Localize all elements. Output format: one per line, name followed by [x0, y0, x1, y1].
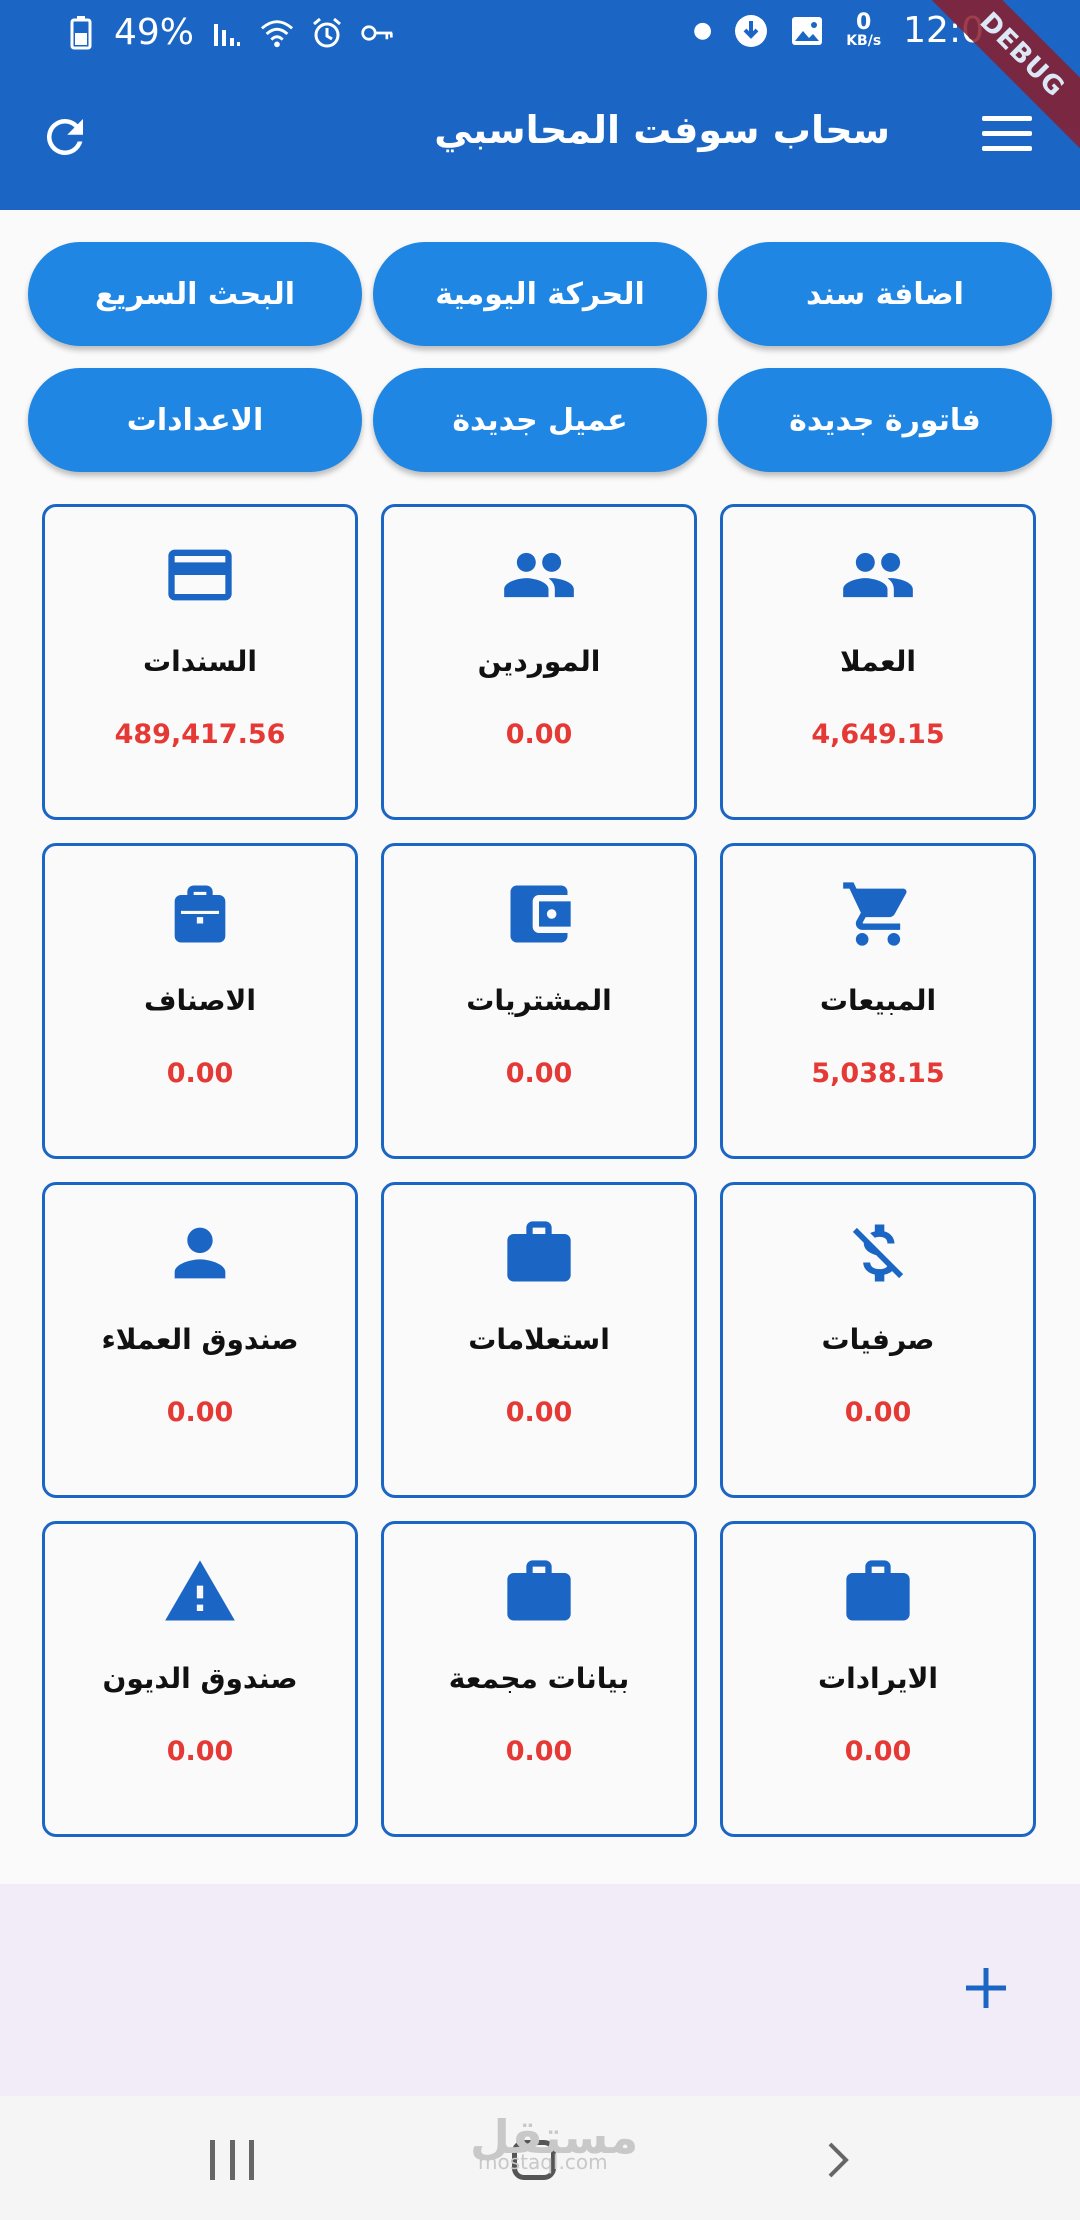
- page-title: سحاب سوفت المحاسبي: [434, 108, 890, 152]
- battery-icon: [64, 15, 98, 50]
- warning-icon: [45, 1554, 355, 1634]
- card-label: استعلامات: [468, 1323, 610, 1356]
- signal-icon: [210, 16, 244, 50]
- card-value: 0.00: [505, 1736, 573, 1767]
- back-icon[interactable]: [820, 2140, 854, 2180]
- people-icon: [384, 537, 694, 617]
- net-speed-unit: KB/s: [846, 33, 882, 49]
- status-bar: 49% ● 0 KB/s 12:0 DEBUG: [0, 0, 1080, 158]
- card-value: 5,038.15: [811, 1058, 945, 1089]
- new-invoice-button[interactable]: فاتورة جديدة: [718, 368, 1052, 472]
- card-value: 0.00: [166, 1397, 234, 1428]
- daily-movement-button[interactable]: الحركة اليومية: [373, 242, 707, 346]
- bottom-panel: [0, 1884, 1080, 2096]
- card-label: العملا: [840, 645, 916, 678]
- credit-card-icon: [45, 537, 355, 617]
- person-icon: [45, 1215, 355, 1295]
- briefcase-icon: [384, 1554, 694, 1634]
- alarm-icon: [310, 16, 344, 50]
- quick-search-button[interactable]: البحث السريع: [28, 242, 362, 346]
- card-value: 0.00: [844, 1736, 912, 1767]
- card-label: صندوق العملاء: [101, 1323, 299, 1356]
- recent-apps-icon[interactable]: [210, 2140, 254, 2180]
- download-icon: [734, 14, 768, 48]
- notification-dot-icon: ●: [692, 18, 713, 43]
- card-label: المشتريات: [466, 984, 612, 1017]
- card-value: 4,649.15: [811, 719, 945, 750]
- card-customers-fund[interactable]: صندوق العملاء 0.00: [42, 1182, 358, 1498]
- cart-icon: [723, 876, 1033, 956]
- new-customer-button[interactable]: عميل جديدة: [373, 368, 707, 472]
- people-icon: [723, 537, 1033, 617]
- card-value: 0.00: [505, 1058, 573, 1089]
- briefcase-icon: [384, 1215, 694, 1295]
- card-aggregated-data[interactable]: بيانات مجمعة 0.00: [381, 1521, 697, 1837]
- card-label: المبيعات: [819, 984, 937, 1017]
- card-inquiries[interactable]: استعلامات 0.00: [381, 1182, 697, 1498]
- card-value: 0.00: [166, 1736, 234, 1767]
- briefcase-icon: [723, 1554, 1033, 1634]
- card-label: صرفيات: [821, 1323, 935, 1356]
- card-revenues[interactable]: الايرادات 0.00: [720, 1521, 1036, 1837]
- card-sales[interactable]: المبيعات 5,038.15: [720, 843, 1036, 1159]
- image-icon: [790, 14, 824, 48]
- wifi-icon: [260, 16, 294, 50]
- refresh-icon[interactable]: [38, 110, 92, 164]
- card-purchases[interactable]: المشتريات 0.00: [381, 843, 697, 1159]
- card-value: 0.00: [844, 1397, 912, 1428]
- settings-button[interactable]: الاعدادات: [28, 368, 362, 472]
- card-debts-fund[interactable]: صندوق الديون 0.00: [42, 1521, 358, 1837]
- menu-icon[interactable]: [982, 116, 1032, 156]
- card-label: الايرادات: [817, 1662, 939, 1695]
- vpn-key-icon: [360, 16, 394, 50]
- watermark-url: mostaql.com: [478, 2150, 608, 2174]
- card-label: بيانات مجمعة: [448, 1662, 630, 1695]
- add-icon[interactable]: [956, 1958, 1016, 2018]
- bag-icon: [45, 876, 355, 956]
- toolbar: سحاب سوفت المحاسبي: [0, 66, 1080, 210]
- card-suppliers[interactable]: الموردين 0.00: [381, 504, 697, 820]
- card-label: الاصناف: [144, 984, 256, 1017]
- card-label: السندات: [143, 645, 257, 678]
- card-value: 0.00: [505, 719, 573, 750]
- battery-percent: 49%: [114, 12, 195, 53]
- card-expenses[interactable]: صرفيات 0.00: [720, 1182, 1036, 1498]
- money-off-icon: [723, 1215, 1033, 1295]
- card-label: الموردين: [477, 645, 601, 678]
- card-value: 489,417.56: [114, 719, 286, 750]
- card-items[interactable]: الاصناف 0.00: [42, 843, 358, 1159]
- wallet-icon: [384, 876, 694, 956]
- net-speed-value: 0: [856, 10, 872, 35]
- card-label: صندوق الديون: [102, 1662, 298, 1695]
- add-voucher-button[interactable]: اضافة سند: [718, 242, 1052, 346]
- card-value: 0.00: [166, 1058, 234, 1089]
- card-vouchers[interactable]: السندات 489,417.56: [42, 504, 358, 820]
- net-speed: 0 KB/s: [846, 12, 881, 49]
- card-customers[interactable]: العملا 4,649.15: [720, 504, 1036, 820]
- card-value: 0.00: [505, 1397, 573, 1428]
- app-bar: 49% ● 0 KB/s 12:0 DEBUG سحاب سوفت المحاس…: [0, 0, 1080, 210]
